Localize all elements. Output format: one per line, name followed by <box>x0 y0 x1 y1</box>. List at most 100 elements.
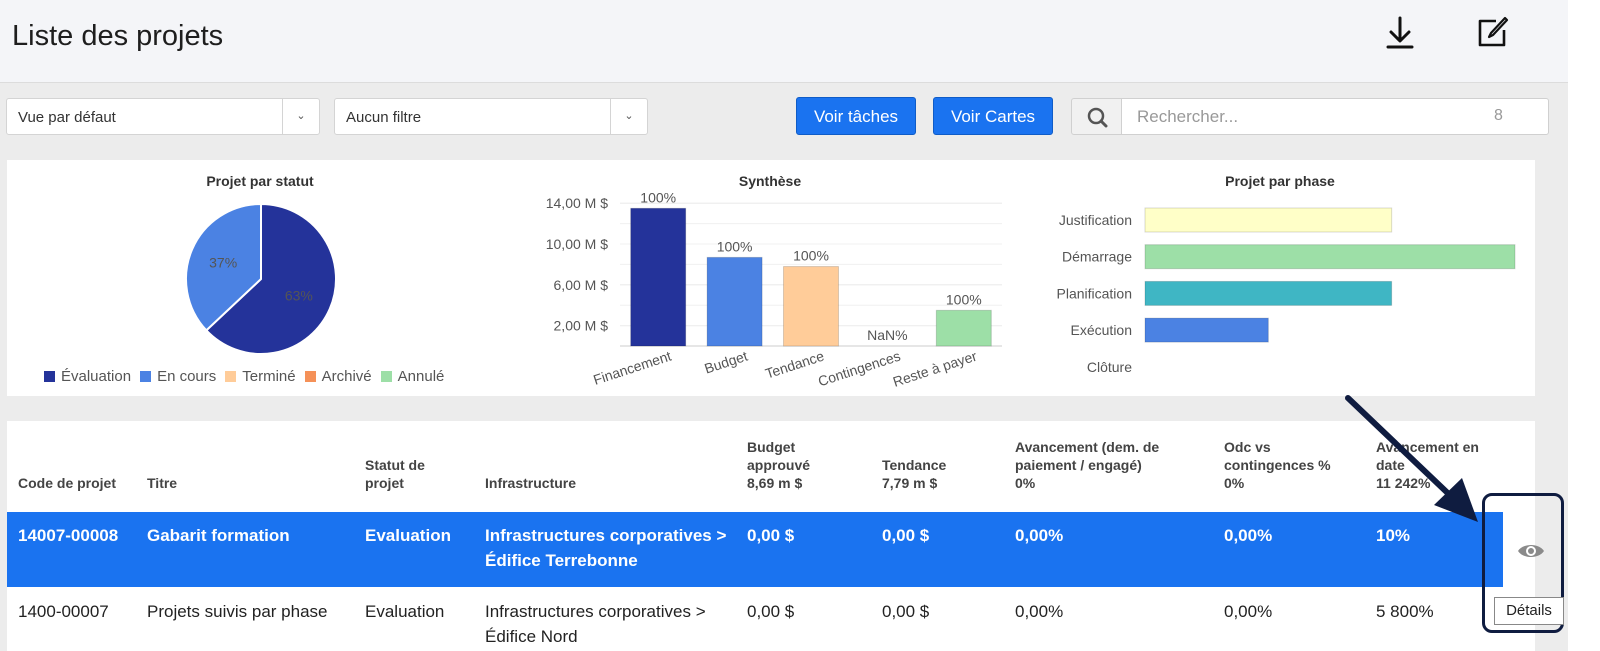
cell-odc: 0,00% <box>1224 602 1273 621</box>
pie-slice-label: 37% <box>209 255 237 271</box>
legend-swatch <box>225 371 237 382</box>
col-header-odc-line3: 0% <box>1224 475 1245 491</box>
col-header-budget-line1: Budget <box>747 439 796 455</box>
legend-item[interactable]: En cours <box>140 368 216 385</box>
legend-label: Évaluation <box>61 368 132 385</box>
table-row[interactable]: 1400-00007 Projets suivis par phase Eval… <box>7 588 1503 651</box>
cell-avancement: 0,00% <box>1015 602 1064 621</box>
vertical-scrollbar[interactable] <box>1568 0 1600 651</box>
x-tick-label: Contingences <box>816 348 902 390</box>
bar-pct-label: 100% <box>717 238 753 254</box>
cell-statut: Evaluation <box>365 602 445 621</box>
cell-budget: 0,00 $ <box>747 526 795 545</box>
col-header-odc-line1: Odc vs <box>1224 439 1271 455</box>
legend-label: En cours <box>157 368 217 385</box>
bar-1[interactable] <box>706 256 763 347</box>
legend-item[interactable]: Terminé <box>225 368 296 385</box>
cell-infra: Infrastructures corporatives > Édifice T… <box>485 523 726 573</box>
col-header-budget[interactable]: Budget approuvé 8,69 m $ <box>747 438 810 492</box>
col-header-avd-line2: date <box>1376 457 1405 473</box>
bar-0[interactable] <box>630 207 687 347</box>
view-tasks-button[interactable]: Voir tâches <box>796 97 916 135</box>
page-title: Liste des projets <box>12 20 224 52</box>
phase-bar-3[interactable] <box>1144 317 1269 343</box>
col-header-infra[interactable]: Infrastructure <box>485 474 576 492</box>
phase-bar-chart: Justification Démarrage Planification Exécu… <box>1057 207 1516 375</box>
legend-swatch <box>140 371 152 382</box>
bar-2[interactable] <box>782 266 840 347</box>
cell-avancement-date: 10% <box>1376 526 1411 545</box>
cell-odc: 0,00% <box>1224 526 1273 545</box>
col-header-statut[interactable]: Statut de projet <box>365 456 425 492</box>
col-header-avancement-date[interactable]: Avancement en date 11 242% <box>1376 438 1479 492</box>
legend-item[interactable]: Annulé <box>380 368 445 385</box>
filter-select[interactable]: Aucun filtre ⌄ <box>334 98 648 135</box>
col-header-budget-line3: 8,69 m $ <box>747 475 803 491</box>
col-header-titre[interactable]: Titre <box>147 474 177 492</box>
phase-bar-2[interactable] <box>1144 280 1393 306</box>
col-header-budget-line2: approuvé <box>747 457 811 473</box>
col-header-avancement[interactable]: Avancement (dem. de paiement / engagé) 0… <box>1015 438 1159 492</box>
cell-tendance: 0,00 $ <box>882 526 930 545</box>
edit-icon[interactable] <box>1474 14 1510 54</box>
status-chart-legend: Évaluation En cours Terminé Archivé Annulé <box>44 368 453 385</box>
status-chart-title: Projet par statut <box>206 173 314 189</box>
chevron-down-icon[interactable]: ⌄ <box>610 99 647 134</box>
cell-budget: 0,00 $ <box>747 602 795 621</box>
page-header: Liste des projets <box>0 0 1568 83</box>
phase-bar-0[interactable] <box>1144 207 1393 233</box>
legend-label: Archivé <box>321 368 372 385</box>
bar-pct-label: NaN% <box>867 327 907 343</box>
table-row[interactable]: 14007-00008 Gabarit formation Evaluation… <box>7 512 1503 587</box>
cell-infra-line1: Infrastructures corporatives > <box>485 526 727 545</box>
bar-pct-label: 100% <box>640 189 676 205</box>
legend-swatch <box>304 371 316 382</box>
legend-label: Annulé <box>397 368 445 385</box>
eye-icon[interactable] <box>1517 541 1545 561</box>
download-icon[interactable] <box>1382 14 1418 54</box>
y-tick-label: 10,00 M $ <box>546 236 608 252</box>
phase-label: Justification <box>1059 212 1132 228</box>
cell-titre: Projets suivis par phase <box>147 602 328 621</box>
cell-code: 1400-00007 <box>18 602 109 621</box>
x-tick-label: Budget <box>702 348 749 377</box>
view-cards-button[interactable]: Voir Cartes <box>933 97 1053 135</box>
status-pie-chart: 63% 37% <box>185 202 337 355</box>
phase-label: Clôture <box>1087 359 1132 375</box>
search-button[interactable] <box>1071 98 1122 135</box>
legend-swatch <box>380 371 392 382</box>
legend-item[interactable]: Évaluation <box>44 368 131 385</box>
col-header-tendance-line1: Tendance <box>882 457 947 473</box>
col-header-odc[interactable]: Odc vs contingences % 0% <box>1224 438 1331 492</box>
cell-titre: Gabarit formation <box>147 526 290 545</box>
view-select-value: Vue par défaut <box>18 109 116 126</box>
y-tick-label: 14,00 M $ <box>546 195 608 211</box>
filter-select-value: Aucun filtre <box>346 109 422 126</box>
cell-infra-line2: Édifice Nord <box>485 627 578 646</box>
col-header-avd-line3: 11 242% <box>1376 475 1431 491</box>
col-header-tendance[interactable]: Tendance 7,79 m $ <box>882 456 946 492</box>
phase-label: Exécution <box>1071 322 1132 338</box>
col-header-code[interactable]: Code de projet <box>18 474 116 492</box>
y-tick-label: 2,00 M $ <box>554 318 609 334</box>
col-header-statut-line1: Statut de <box>365 457 425 473</box>
legend-label: Terminé <box>242 368 296 385</box>
legend-item[interactable]: Archivé <box>304 368 372 385</box>
search-input[interactable]: Rechercher... <box>1121 98 1549 135</box>
phase-chart-title: Projet par phase <box>1225 173 1335 189</box>
cell-infra-line2: Édifice Terrebonne <box>485 551 638 570</box>
cell-code: 14007-00008 <box>18 526 119 545</box>
bar-4[interactable] <box>935 309 992 347</box>
col-header-avancement-line3: 0% <box>1015 475 1036 491</box>
col-header-statut-line2: projet <box>365 475 404 491</box>
view-select[interactable]: Vue par défaut ⌄ <box>6 98 320 135</box>
col-header-avd-line1: Avancement en <box>1376 439 1479 455</box>
phase-label: Planification <box>1057 285 1133 301</box>
synthese-bar-chart: 14,00 M $ 10,00 M $ 6,00 M $ 2,00 M $ 100% Fi… <box>546 189 1002 390</box>
col-header-tendance-line2: 7,79 m $ <box>882 475 938 491</box>
phase-bar-1[interactable] <box>1144 244 1516 270</box>
chevron-down-icon[interactable]: ⌄ <box>282 99 319 134</box>
search-icon <box>1087 107 1108 128</box>
cell-avancement-date: 5 800% <box>1376 602 1434 621</box>
legend-swatch <box>44 371 55 382</box>
